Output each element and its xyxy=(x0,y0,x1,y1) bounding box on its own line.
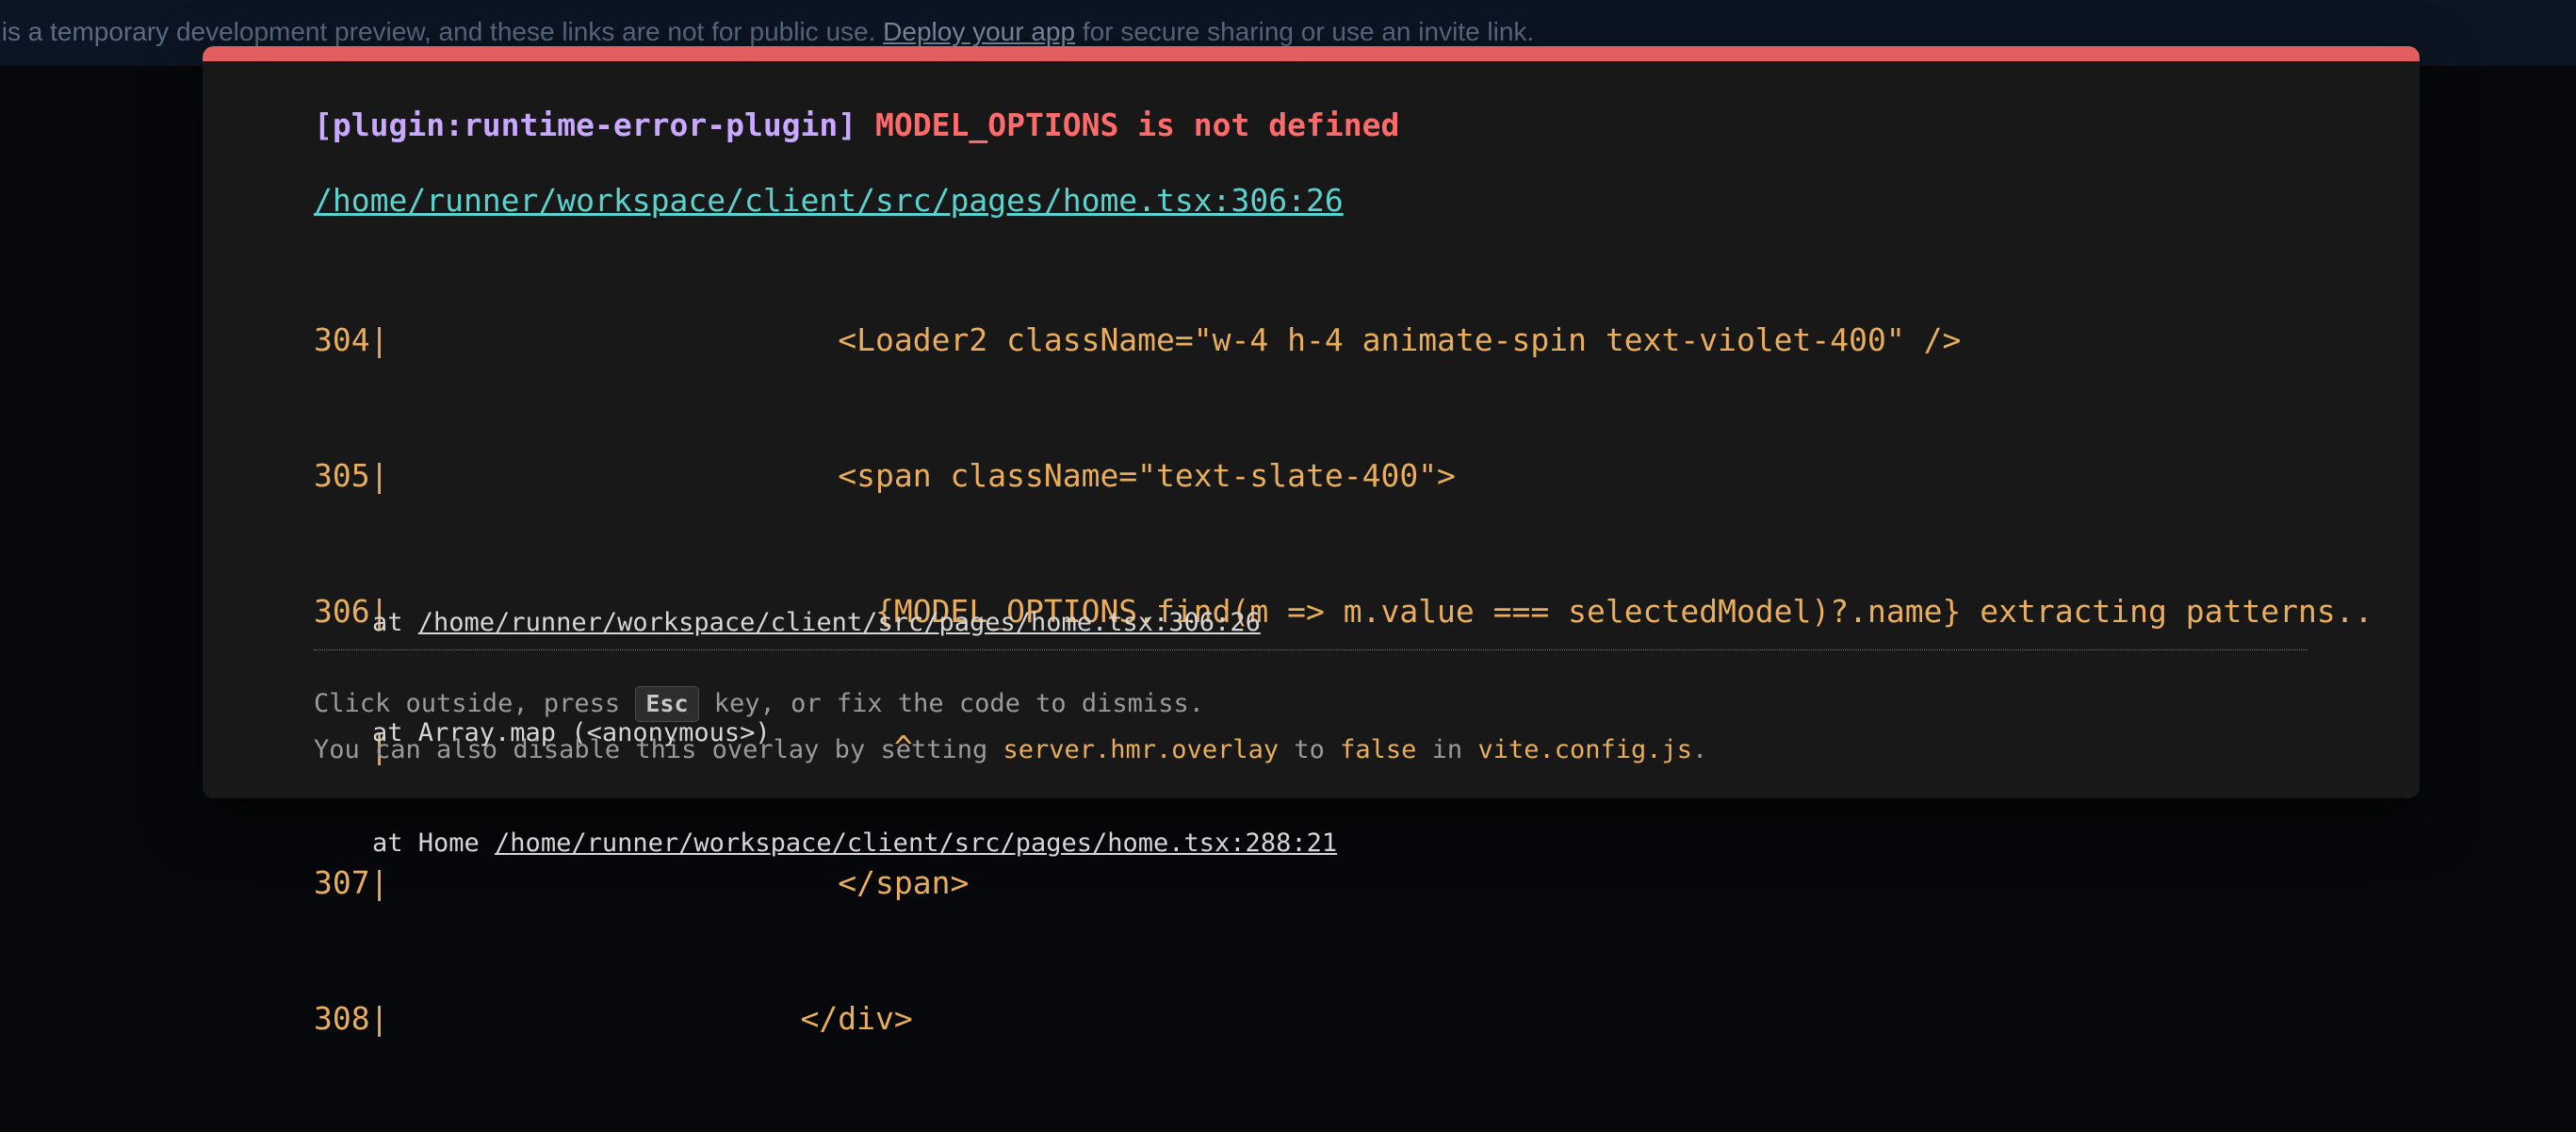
code-frame-line: 305| <span className="text-slate-400"> xyxy=(314,457,1456,494)
banner-text-after: for secure sharing or use an invite link… xyxy=(1075,17,1535,46)
error-file-link[interactable]: /home/runner/workspace/client/src/pages/… xyxy=(314,182,1344,219)
plugin-name: [plugin:runtime-error-plugin] xyxy=(314,107,857,143)
config-file: vite.config.js xyxy=(1477,735,1693,764)
banner-text-before: s is a temporary development preview, an… xyxy=(0,17,884,46)
stack-line-text: at Home xyxy=(372,828,496,858)
code-frame-line: 304| <Loader2 className="w-4 h-4 animate… xyxy=(314,321,1962,358)
stack-file-link[interactable]: /home/runner/workspace/client/src/pages/… xyxy=(418,608,1261,637)
esc-key-badge: Esc xyxy=(635,686,699,722)
divider xyxy=(314,649,2307,650)
stack-file-link[interactable]: /home/runner/workspace/client/src/pages/… xyxy=(495,828,1337,858)
tip-text: in xyxy=(1416,735,1478,764)
tip-text: . xyxy=(1692,735,1708,764)
dismiss-tip: Click outside, press Esc key, or fix the… xyxy=(314,682,1204,726)
error-message: [plugin:runtime-error-plugin] MODEL_OPTI… xyxy=(314,107,1399,143)
tip-text: Click outside, press xyxy=(314,689,636,718)
error-overlay[interactable]: [plugin:runtime-error-plugin] MODEL_OPTI… xyxy=(203,46,2420,1037)
error-text: MODEL_OPTIONS is not defined xyxy=(875,107,1400,143)
deploy-app-link[interactable]: Deploy your app xyxy=(883,17,1075,46)
tip-text: to xyxy=(1279,735,1341,764)
tip-text: You can also disable this overlay by set… xyxy=(314,735,1003,764)
setting-name: server.hmr.overlay xyxy=(1003,735,1280,764)
disable-overlay-tip: You can also disable this overlay by set… xyxy=(314,729,1707,772)
code-frame-line: 308| </div> xyxy=(314,1000,913,1037)
setting-value: false xyxy=(1340,735,1417,764)
stack-line: at Home /home/runner/workspace/client/sr… xyxy=(372,825,1337,861)
stack-line: at /home/runner/workspace/client/src/pag… xyxy=(372,604,1337,641)
stack-line-text: at xyxy=(372,608,418,637)
tip-text: key, or fix the code to dismiss. xyxy=(698,689,1204,718)
